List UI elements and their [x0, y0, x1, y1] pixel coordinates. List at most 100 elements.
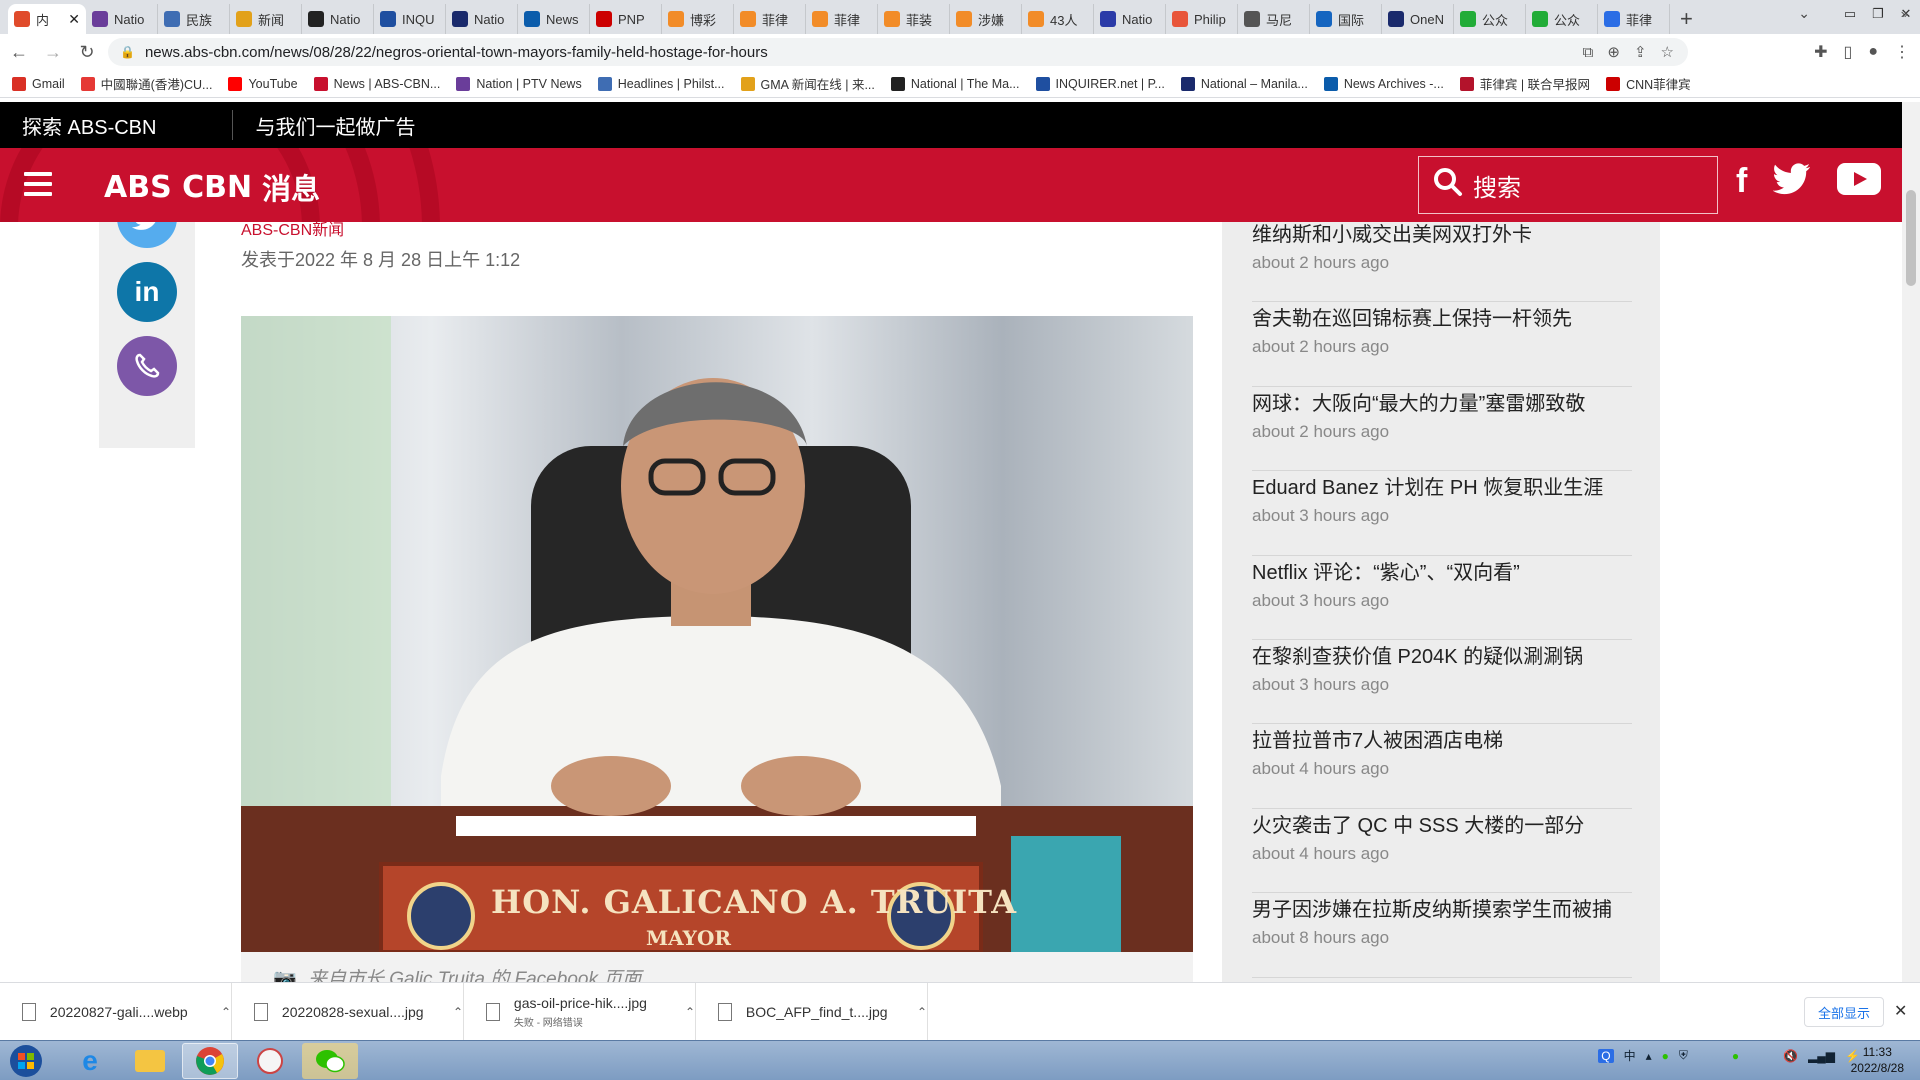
download-item[interactable]: BOC_AFP_find_t....jpg ⌃ [696, 983, 928, 1041]
browser-tab[interactable]: 马尼 [1238, 4, 1310, 34]
browser-tab[interactable]: OneN [1382, 4, 1454, 34]
lock-icon[interactable]: 🔒 [120, 45, 135, 59]
news-item-title[interactable]: 火灾袭击了 QC 中 SSS 大楼的一部分 [1252, 809, 1632, 838]
browser-tab[interactable]: 博彩 [662, 4, 734, 34]
site-search-input[interactable]: 搜索 [1418, 156, 1718, 214]
forward-icon[interactable]: → [38, 42, 68, 63]
news-item-title[interactable]: Eduard Banez 计划在 PH 恢复职业生涯 [1252, 471, 1632, 500]
translate-icon[interactable]: ⧉ [1583, 44, 1594, 61]
tray-arrow-icon[interactable]: ▴ [1646, 1049, 1652, 1063]
news-item-title[interactable]: Netflix 评论：“紫心”、“双向看” [1252, 556, 1632, 585]
start-button[interactable] [2, 1043, 50, 1079]
news-item-title[interactable]: 在黎刹查获价值 P204K 的疑似涮涮锅 [1252, 640, 1632, 669]
browser-tab[interactable]: 新闻 [230, 4, 302, 34]
extensions-icon[interactable]: ✚ [1814, 42, 1827, 62]
site-logo[interactable]: ABS CBN 消息 [104, 166, 320, 208]
browser-tab[interactable]: PNP [590, 4, 662, 34]
back-icon[interactable]: ← [4, 42, 34, 63]
twitter-icon[interactable] [1772, 163, 1811, 200]
browser-tab[interactable]: Natio [1094, 4, 1166, 34]
wechat-taskbar-icon[interactable] [302, 1043, 358, 1079]
tray-app-icon[interactable]: ● [1662, 1049, 1669, 1063]
bookmark-item[interactable]: YouTube [228, 76, 298, 91]
bookmark-item[interactable]: 菲律宾 | 联合早报网 [1459, 74, 1590, 93]
profile-icon[interactable]: ● [1868, 43, 1878, 61]
bookmark-item[interactable]: News | ABS-CBN... [313, 76, 440, 91]
browser-tab[interactable]: News [518, 4, 590, 34]
close-downloads-icon[interactable]: ✕ [1894, 1001, 1907, 1021]
download-item[interactable]: gas-oil-price-hik....jpg 失败 - 网络错误 ⌃ [464, 983, 696, 1041]
explorer-taskbar-icon[interactable] [122, 1043, 178, 1079]
share-icon[interactable]: ⇪ [1634, 43, 1647, 61]
taskbar-clock[interactable]: 11:33 2022/8/28 [1851, 1044, 1904, 1076]
browser-tab[interactable]: Natio [446, 4, 518, 34]
browser-tab[interactable]: 43人 [1022, 4, 1094, 34]
browser-tab[interactable]: 涉嫌 [950, 4, 1022, 34]
shield-icon[interactable]: ⛨ [1679, 1048, 1688, 1063]
app-taskbar-icon[interactable] [242, 1043, 298, 1079]
download-options-icon[interactable]: ⌃ [685, 1005, 695, 1019]
browser-tab[interactable]: 内 ✕ [8, 4, 86, 34]
browser-tab[interactable]: Natio [86, 4, 158, 34]
browser-tab[interactable]: 公众 [1454, 4, 1526, 34]
bookmark-item[interactable]: National | The Ma... [890, 76, 1020, 91]
minimize-icon[interactable]: ▭ [1836, 6, 1864, 22]
browser-tab[interactable]: INQU [374, 4, 446, 34]
sidebar-news-item[interactable]: 拉普拉普市7人被困酒店电梯 about 4 hours ago [1252, 724, 1632, 809]
sidebar-news-item[interactable]: Netflix 评论：“紫心”、“双向看” about 3 hours ago [1252, 556, 1632, 640]
bookmark-item[interactable]: 中國聯通(香港)CU... [80, 74, 212, 93]
download-options-icon[interactable]: ⌃ [453, 1005, 463, 1019]
bookmark-item[interactable]: INQUIRER.net | P... [1035, 76, 1165, 91]
chrome-taskbar-icon[interactable] [182, 1043, 238, 1079]
browser-tab[interactable]: Natio [302, 4, 374, 34]
download-options-icon[interactable]: ⌃ [221, 1005, 231, 1019]
sidebar-news-item[interactable]: 在黎刹查获价值 P204K 的疑似涮涮锅 about 3 hours ago [1252, 640, 1632, 725]
sidebar-news-item[interactable]: 维纳斯和小威交出美网双打外卡 about 2 hours ago [1252, 222, 1632, 303]
advertise-link[interactable]: 与我们一起做广告 [255, 111, 415, 140]
sidebar-news-item[interactable]: Eduard Banez 计划在 PH 恢复职业生涯 about 3 hours … [1252, 471, 1632, 556]
bookmarks-more-icon[interactable]: » [1901, 6, 1908, 21]
news-item-title[interactable]: 网球：大阪向“最大的力量”塞雷娜致敬 [1252, 387, 1632, 416]
browser-tab[interactable]: 菲律 [734, 4, 806, 34]
tab-close-icon[interactable]: ✕ [68, 11, 80, 28]
page-scrollbar[interactable] [1902, 102, 1920, 982]
browser-tab[interactable]: 民族 [158, 4, 230, 34]
explore-link[interactable]: 探索 ABS-CBN [22, 111, 156, 140]
ie-taskbar-icon[interactable]: e [62, 1043, 118, 1079]
bookmark-star-icon[interactable]: ☆ [1661, 43, 1674, 61]
sidebar-news-item[interactable]: 网球：大阪向“最大的力量”塞雷娜致敬 about 2 hours ago [1252, 387, 1632, 472]
url-box[interactable]: 🔒 news.abs-cbn.com/news/08/28/22/negros-… [108, 38, 1688, 66]
sidebar-news-item[interactable]: 火灾袭击了 QC 中 SSS 大楼的一部分 about 4 hours ago [1252, 809, 1632, 894]
article-byline[interactable]: ABS-CBN新闻 [241, 222, 344, 240]
menu-icon[interactable]: ⋮ [1894, 42, 1910, 62]
bookmark-item[interactable]: National – Manila... [1180, 76, 1308, 91]
show-all-downloads-button[interactable]: 全部显示 [1804, 997, 1884, 1027]
news-item-title[interactable]: 男子因涉嫌在拉斯皮纳斯摸索学生而被捕 [1252, 893, 1632, 922]
side-panel-icon[interactable]: ▯ [1844, 42, 1853, 62]
linkedin-share-button[interactable]: in [117, 262, 177, 322]
browser-tab[interactable]: Philip [1166, 4, 1238, 34]
zoom-icon[interactable]: ⊕ [1607, 43, 1620, 61]
browser-tab[interactable]: 菲律 [1598, 4, 1670, 34]
scrollbar-thumb[interactable] [1906, 190, 1916, 286]
download-options-icon[interactable]: ⌃ [917, 1005, 927, 1019]
sidebar-news-item[interactable]: 舍夫勒在巡回锦标赛上保持一杆领先 about 2 hours ago [1252, 302, 1632, 387]
sidebar-news-item[interactable]: 男子因涉嫌在拉斯皮纳斯摸索学生而被捕 about 8 hours ago [1252, 893, 1632, 978]
youtube-icon[interactable] [1837, 163, 1882, 200]
new-tab-button[interactable]: + [1680, 4, 1693, 34]
network-icon[interactable]: ▂▄▆ [1808, 1049, 1835, 1063]
bookmark-item[interactable]: Gmail [12, 76, 65, 91]
bookmark-item[interactable]: Nation | PTV News [456, 76, 582, 91]
viber-share-button[interactable] [117, 336, 177, 396]
wechat-tray-icon[interactable]: ● [1732, 1049, 1739, 1063]
download-item[interactable]: 20220827-gali....webp ⌃ [0, 983, 232, 1041]
news-item-title[interactable]: 舍夫勒在巡回锦标赛上保持一杆领先 [1252, 302, 1632, 331]
download-item[interactable]: 20220828-sexual....jpg ⌃ [232, 983, 464, 1041]
restore-icon[interactable]: ❐ [1864, 6, 1892, 22]
browser-tab[interactable]: 公众 [1526, 4, 1598, 34]
news-item-title[interactable]: 拉普拉普市7人被困酒店电梯 [1252, 724, 1632, 753]
bookmark-item[interactable]: GMA 新闻在线 | 来... [740, 74, 875, 93]
ime-language[interactable]: 中 [1624, 1047, 1636, 1064]
twitter-share-button[interactable] [117, 222, 177, 248]
ime-icon[interactable]: Q [1598, 1048, 1614, 1063]
